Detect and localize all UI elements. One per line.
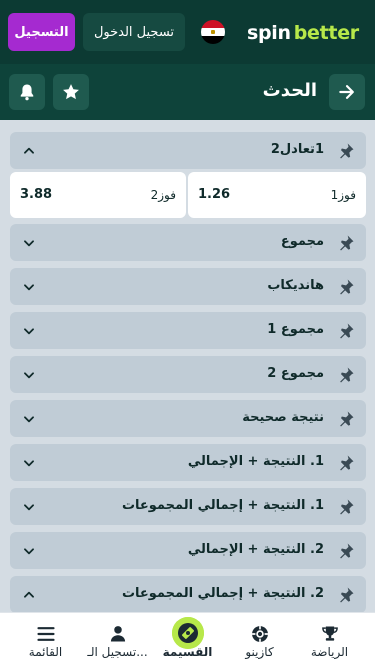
odds-cell-win2[interactable]: فوز2 3.88 <box>10 172 186 218</box>
odds-value: 1.26 <box>198 187 231 202</box>
pin-icon[interactable] <box>336 541 356 561</box>
page-title: الحدث <box>262 80 317 101</box>
arrow-right-icon <box>339 85 354 99</box>
chevron-down-icon[interactable] <box>22 368 36 382</box>
market-title: 2. النتيجة + إجمالي المجموعات <box>121 586 324 601</box>
nav-item-casino[interactable]: كازينو <box>222 613 297 668</box>
register-button[interactable]: التسجيل <box>8 13 75 51</box>
chevron-down-icon[interactable] <box>22 544 36 558</box>
chevron-up-icon[interactable] <box>22 144 36 158</box>
market-title: مجموع <box>280 234 324 249</box>
market-header[interactable]: 2. النتيجة + إجمالي المجموعات <box>10 576 366 612</box>
market-title: مجموع 2 <box>267 366 324 381</box>
market-title: هانديكاب <box>267 278 324 293</box>
odds-name: فوز1 <box>330 188 356 202</box>
bell-icon <box>20 84 34 101</box>
nav-label: الرياضة <box>310 645 349 659</box>
menu-icon <box>35 623 57 645</box>
nav-item-register[interactable]: تسجيل الـ... <box>80 613 155 668</box>
nav-label: القائمة <box>28 645 63 659</box>
chevron-down-icon[interactable] <box>22 412 36 426</box>
market-title: 1. النتيجة + الإجمالي <box>187 454 324 469</box>
odds-name: فوز2 <box>150 188 176 202</box>
pin-icon[interactable] <box>336 453 356 473</box>
pin-icon[interactable] <box>336 409 356 429</box>
market-header[interactable]: مجموع 2 <box>10 356 366 393</box>
market-header[interactable]: نتيجة صحيحة <box>10 400 366 437</box>
market-title: مجموع 1 <box>267 322 324 337</box>
market-header[interactable]: مجموع <box>10 224 366 261</box>
notifications-button[interactable] <box>9 74 45 110</box>
pin-icon[interactable] <box>336 497 356 517</box>
back-button[interactable] <box>329 74 365 110</box>
market-title: 1. النتيجة + إجمالي المجموعات <box>121 498 324 513</box>
chevron-up-icon[interactable] <box>22 588 36 602</box>
top-header: التسجيل تسجيل الدخول spin better <box>0 0 375 64</box>
market-title: 2. النتيجة + الإجمالي <box>187 542 324 557</box>
nav-item-menu[interactable]: القائمة <box>8 613 83 668</box>
nav-item-sports[interactable]: الرياضة <box>292 613 367 668</box>
coupon-icon[interactable] <box>172 617 204 649</box>
logo-spin: spin <box>247 22 291 44</box>
pin-icon[interactable] <box>336 321 356 341</box>
market-title: 1تعادل2 <box>270 142 324 157</box>
logo[interactable]: spin better <box>247 20 359 46</box>
pin-icon[interactable] <box>336 585 356 605</box>
chevron-down-icon[interactable] <box>22 456 36 470</box>
pin-icon[interactable] <box>336 141 356 161</box>
chevron-down-icon[interactable] <box>22 324 36 338</box>
market-header[interactable]: 1. النتيجة + إجمالي المجموعات <box>10 488 366 525</box>
odds-cell-win1[interactable]: فوز1 1.26 <box>188 172 366 218</box>
market-header[interactable]: مجموع 1 <box>10 312 366 349</box>
markets-list: 1تعادل2 فوز1 1.26 فوز2 3.88 مجموع هانديك… <box>0 120 375 612</box>
egypt-flag-icon[interactable] <box>201 20 225 44</box>
chevron-down-icon[interactable] <box>22 236 36 250</box>
market-header[interactable]: 1تعادل2 <box>10 132 366 169</box>
star-icon <box>63 84 79 100</box>
market-title: نتيجة صحيحة <box>242 410 324 425</box>
market-header[interactable]: 1. النتيجة + الإجمالي <box>10 444 366 481</box>
sub-header: الحدث <box>0 64 375 120</box>
favorite-button[interactable] <box>53 74 89 110</box>
nav-label: تسجيل الـ... <box>87 645 148 659</box>
odds-value: 3.88 <box>20 187 53 202</box>
pin-icon[interactable] <box>336 365 356 385</box>
trophy-icon <box>319 623 341 645</box>
market-header[interactable]: هانديكاب <box>10 268 366 305</box>
login-button[interactable]: تسجيل الدخول <box>83 13 185 51</box>
logo-better: better <box>293 22 359 44</box>
casino-chip-icon <box>249 623 271 645</box>
user-icon <box>107 623 129 645</box>
chevron-down-icon[interactable] <box>22 500 36 514</box>
nav-label: كازينو <box>245 645 274 659</box>
market-header[interactable]: 2. النتيجة + الإجمالي <box>10 532 366 569</box>
pin-icon[interactable] <box>336 277 356 297</box>
pin-icon[interactable] <box>336 233 356 253</box>
chevron-down-icon[interactable] <box>22 280 36 294</box>
